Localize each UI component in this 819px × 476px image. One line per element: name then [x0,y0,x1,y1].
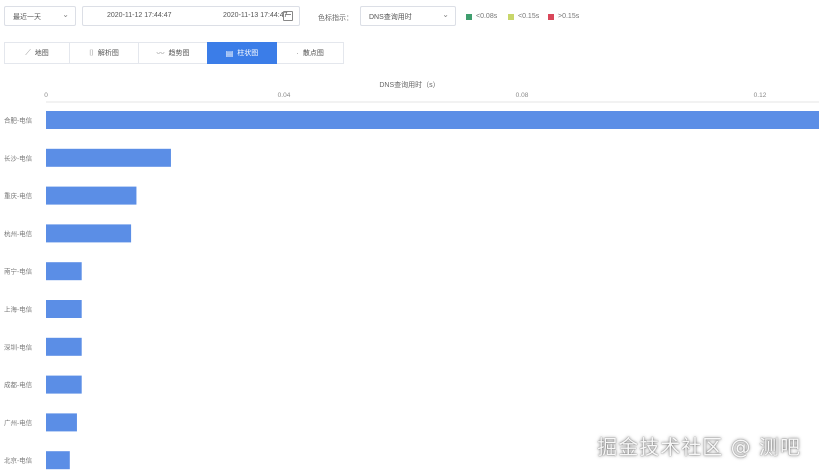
category-label: 成都-电信 [4,380,33,389]
metric-select[interactable]: DNS查询用时 ⌄ [360,6,456,26]
category-label: 上海-电信 [4,305,33,314]
tab-trend[interactable]: 〰 趋势图 [138,42,208,64]
category-label: 长沙-电信 [4,153,33,162]
x-tick-label: 0.08 [516,92,529,99]
tab-label: 解析图 [97,50,119,57]
bar-chart: 0 0.04 0.08 0.12 合肥-电信长沙-电信重庆-电信杭州-电信南宁-电信上海… [4,92,819,470]
bar[interactable] [46,375,82,394]
legend-label: <0.15s [518,13,540,20]
tab-label: 趋势图 [168,50,190,57]
chevron-down-icon: ⌄ [442,10,449,19]
bar[interactable] [46,413,77,432]
start-time[interactable]: 2020-11-12 17:44:47 [107,12,171,19]
calendar-icon[interactable] [283,11,293,21]
metric-label: 色标指示： [318,15,353,22]
category-label: 杭州-电信 [4,229,33,238]
end-time[interactable]: 2020-11-13 17:44:47 [223,12,287,19]
metric-select-value: DNS查询用时 [369,14,412,21]
watermark: 掘金技术社区 @ 测吧 [597,435,801,459]
x-tick-label: 0.12 [754,92,767,99]
chevron-down-icon: ⌄ [62,10,69,19]
legend-item-slow: >0.15s [548,13,579,20]
x-tick-label: 0.04 [278,92,291,99]
period-select-value: 最近一天 [13,14,41,21]
toolbar: 最近一天 ⌄ 2020-11-12 17:44:47 2020-11-13 17… [0,0,819,34]
tab-bar-chart[interactable]: ▤ 柱状图 [207,42,277,64]
bar[interactable] [46,224,132,243]
bar[interactable] [46,262,82,281]
date-range-picker[interactable]: 2020-11-12 17:44:47 2020-11-13 17:44:47 [82,6,300,26]
category-label: 南宁-电信 [4,267,33,276]
bar[interactable] [46,186,137,205]
legend-swatch [548,13,554,20]
bar[interactable] [46,337,82,356]
category-label: 广州-电信 [4,418,33,427]
category-label: 重庆-电信 [4,191,33,200]
legend-item-fast: <0.08s [466,13,497,20]
bar[interactable] [46,300,82,318]
legend-label: >0.15s [558,13,580,20]
tab-label: 散点图 [302,50,324,57]
bar-chart-icon: ▤ [225,48,234,58]
category-label: 深圳-电信 [4,342,33,351]
view-tabs: ⟋ 地图 ⌷ 解析图 〰 趋势图 ▤ 柱状图 · 散点图 [4,42,344,64]
category-label: 北京-电信 [4,456,33,465]
bar[interactable] [46,451,70,470]
parse-icon: ⌷ [89,48,94,57]
period-select[interactable]: 最近一天 ⌄ [4,6,76,26]
tab-label: 地图 [34,50,49,57]
legend-swatch [466,13,472,20]
map-icon: ⟋ [25,48,31,57]
scatter-icon: · [296,48,299,58]
trend-icon: 〰 [156,48,165,58]
legend-label: <0.08s [476,13,498,20]
tab-scatter[interactable]: · 散点图 [276,42,344,64]
tab-parse[interactable]: ⌷ 解析图 [69,42,139,64]
category-label: 合肥-电信 [4,116,33,125]
bar[interactable] [46,111,819,129]
x-tick-label: 0 [44,92,48,99]
legend-swatch [508,13,514,20]
legend-item-medium: <0.15s [508,13,539,20]
bar[interactable] [46,148,171,167]
tab-map[interactable]: ⟋ 地图 [4,42,70,64]
tab-label: 柱状图 [237,50,259,57]
